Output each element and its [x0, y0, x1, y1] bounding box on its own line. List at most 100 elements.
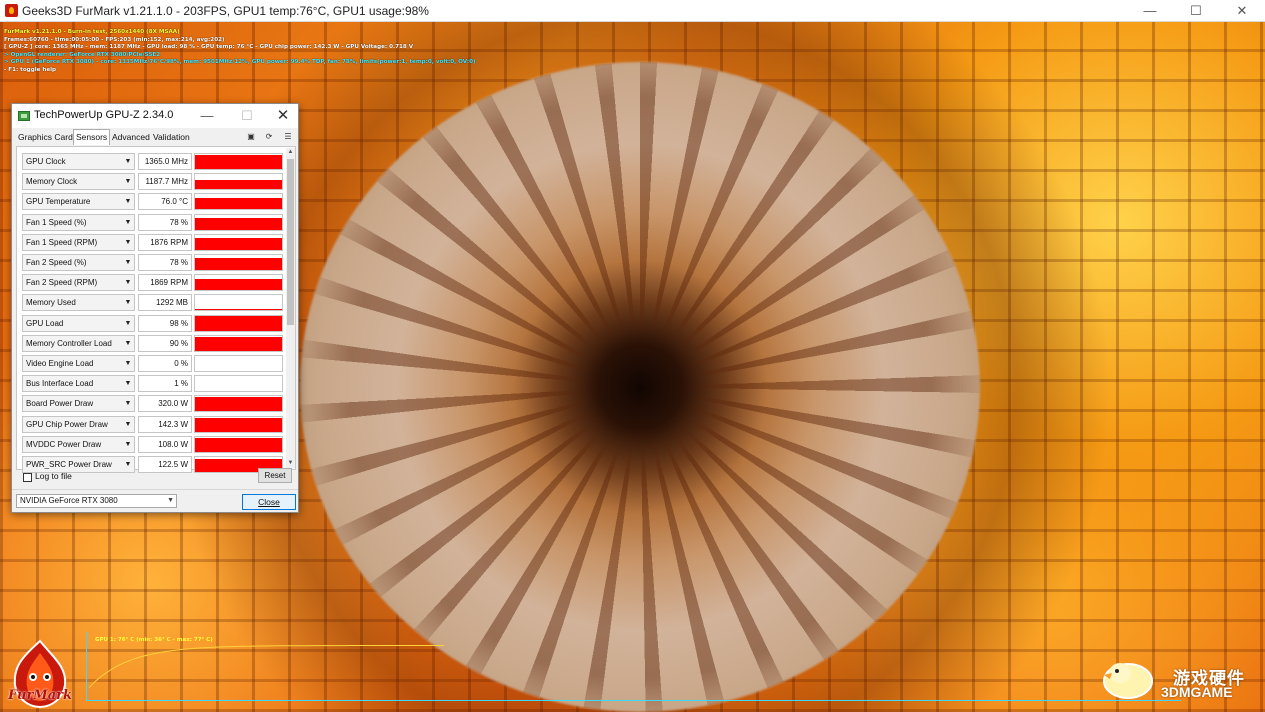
- sensor-graph-fill: [195, 397, 282, 412]
- log-to-file-label[interactable]: Log to file: [35, 471, 72, 481]
- gpuz-maximize-button[interactable]: ☐: [234, 107, 260, 125]
- sensor-graph: [194, 173, 283, 191]
- caret-down-icon: ▼: [124, 238, 132, 246]
- sensor-value: 122.5 W: [138, 456, 192, 473]
- caret-down-icon: ▼: [124, 279, 132, 287]
- minimize-button[interactable]: —: [1127, 0, 1173, 22]
- sensor-row: Fan 1 Speed (RPM) ▼ 1876 RPM: [22, 233, 284, 251]
- sensor-graph-fill: [195, 197, 282, 210]
- caret-down-icon: ▼: [124, 339, 132, 347]
- sensor-name-dropdown[interactable]: GPU Chip Power Draw ▼: [22, 415, 135, 433]
- sensor-row: Board Power Draw ▼ 320.0 W: [22, 395, 284, 413]
- sensor-graph: [194, 314, 283, 332]
- scroll-up-arrow-icon[interactable]: ▲: [286, 148, 295, 157]
- sensor-row: Fan 1 Speed (%) ▼ 78 %: [22, 213, 284, 231]
- sensor-name-dropdown[interactable]: Memory Clock ▼: [22, 173, 135, 191]
- sensor-row: Memory Controller Load ▼ 90 %: [22, 334, 284, 352]
- furmark-titlebar: Geeks3D FurMark v1.21.1.0 - 203FPS, GPU1…: [0, 0, 1265, 22]
- sensor-row: Bus Interface Load ▼ 1 %: [22, 375, 284, 393]
- sensor-graph-fill: [195, 315, 282, 331]
- sensor-name: Board Power Draw: [26, 399, 94, 409]
- osd-help-line: - F1: toggle help: [4, 66, 57, 73]
- sensor-graph-fill: [195, 258, 282, 270]
- sensor-name: GPU Clock: [26, 157, 66, 166]
- sensor-name: PWR_SRC Power Draw: [26, 460, 112, 469]
- gpuz-close-button[interactable]: ✕: [270, 107, 296, 125]
- gpuz-app-icon: [18, 111, 30, 121]
- tab-sensors[interactable]: Sensors: [73, 129, 111, 145]
- sensor-graph: [194, 355, 283, 372]
- divider: [12, 489, 298, 490]
- caret-down-icon: ▼: [124, 319, 132, 327]
- sensor-row: Fan 2 Speed (%) ▼ 78 %: [22, 254, 284, 271]
- sensor-name-dropdown[interactable]: Memory Used ▼: [22, 294, 135, 312]
- caret-down-icon: ▼: [124, 218, 132, 226]
- furmark-app-icon: [5, 4, 18, 17]
- close-button[interactable]: ✕: [1219, 0, 1265, 22]
- sensor-name-dropdown[interactable]: Video Engine Load ▼: [22, 355, 135, 372]
- sensor-name-dropdown[interactable]: MVDDC Power Draw ▼: [22, 435, 135, 453]
- caret-down-icon: ▼: [124, 400, 132, 408]
- sensor-row: GPU Temperature ▼ 76.0 °C: [22, 193, 284, 211]
- sensor-name: Fan 2 Speed (RPM): [26, 278, 98, 288]
- sensor-row: GPU Chip Power Draw ▼ 142.3 W: [22, 415, 284, 433]
- sensor-name-dropdown[interactable]: GPU Temperature ▼: [22, 193, 135, 211]
- scroll-down-arrow-icon[interactable]: ▼: [286, 459, 295, 468]
- caret-down-icon: ▼: [124, 380, 132, 388]
- sensors-scrollbar[interactable]: ▲ ▼: [286, 148, 295, 468]
- sensor-graph: [194, 294, 283, 312]
- sensor-name-dropdown[interactable]: GPU Load ▼: [22, 314, 135, 332]
- screenshot-icon[interactable]: ▣: [245, 131, 257, 142]
- sensor-name-dropdown[interactable]: Memory Controller Load ▼: [22, 334, 135, 352]
- sensor-value: 0 %: [138, 355, 192, 372]
- sensor-value: 320.0 W: [138, 395, 192, 413]
- sensor-graph: [194, 274, 283, 292]
- sensor-graph: [194, 415, 283, 433]
- tab-validation[interactable]: Validation: [151, 130, 192, 144]
- sensor-graph: [194, 435, 283, 453]
- sensor-row: Memory Used ▼ 1292 MB: [22, 294, 284, 312]
- sensor-name-dropdown[interactable]: Board Power Draw ▼: [22, 395, 135, 413]
- sensor-name: Bus Interface Load: [26, 379, 94, 389]
- refresh-icon[interactable]: ⟳: [263, 131, 275, 142]
- sensor-name-dropdown[interactable]: GPU Clock ▼: [22, 153, 135, 170]
- log-to-file-checkbox[interactable]: [23, 473, 32, 482]
- reset-button[interactable]: Reset: [258, 468, 292, 483]
- sensor-graph-fill: [195, 217, 282, 230]
- temperature-graph: GPU 1: 76° C (min: 36° C - max: 77° C): [86, 632, 1181, 701]
- maximize-button[interactable]: ☐: [1173, 0, 1219, 22]
- sensor-value: 1365.0 MHz: [138, 153, 192, 170]
- osd-benchmark-line: FurMark v1.21.1.0 - Burn-in test, 2560x1…: [4, 29, 180, 35]
- caret-down-icon: ▼: [124, 198, 132, 206]
- gpuz-minimize-button[interactable]: —: [194, 107, 220, 125]
- sensor-name: Memory Used: [26, 298, 76, 308]
- sensor-graph: [194, 395, 283, 413]
- sensor-value: 78 %: [138, 213, 192, 231]
- sensor-graph: [194, 153, 283, 170]
- sensor-graph-fill: [195, 238, 282, 250]
- sensor-graph-fill: [195, 337, 282, 351]
- sensors-panel: GPU Clock ▼ 1365.0 MHz Memory Clock ▼ 1187.7 …: [16, 146, 296, 473]
- sensor-value: 90 %: [138, 334, 192, 352]
- caret-down-icon: ▼: [124, 259, 132, 266]
- sensor-value: 98 %: [138, 314, 192, 332]
- tab-advanced[interactable]: Advanced: [110, 130, 152, 144]
- sensor-name: GPU Chip Power Draw: [26, 419, 108, 429]
- sensor-name-dropdown[interactable]: Fan 1 Speed (%) ▼: [22, 213, 135, 231]
- sensor-name-dropdown[interactable]: Fan 1 Speed (RPM) ▼: [22, 233, 135, 251]
- sensor-name-dropdown[interactable]: Fan 2 Speed (RPM) ▼: [22, 274, 135, 292]
- sensor-name-dropdown[interactable]: Fan 2 Speed (%) ▼: [22, 254, 135, 271]
- sensor-graph-fill: [195, 155, 282, 169]
- sensor-graph-fill: [195, 308, 282, 311]
- gpu-select[interactable]: NVIDIA GeForce RTX 3080 ▼: [16, 494, 177, 508]
- sensor-name: Memory Clock: [26, 177, 78, 187]
- tab-graphics-card[interactable]: Graphics Card: [16, 130, 75, 144]
- caret-down-icon: ▼: [124, 440, 132, 448]
- sensor-graph: [194, 193, 283, 211]
- gpuz-close-dialog-button[interactable]: Close: [242, 494, 296, 510]
- temperature-graph-label: GPU 1: 76° C (min: 36° C - max: 77° C): [95, 637, 213, 643]
- menu-icon[interactable]: ☰: [282, 131, 294, 142]
- sensor-name-dropdown[interactable]: Bus Interface Load ▼: [22, 375, 135, 393]
- sensor-row: GPU Load ▼ 98 %: [22, 314, 284, 332]
- scrollbar-thumb[interactable]: [287, 159, 294, 325]
